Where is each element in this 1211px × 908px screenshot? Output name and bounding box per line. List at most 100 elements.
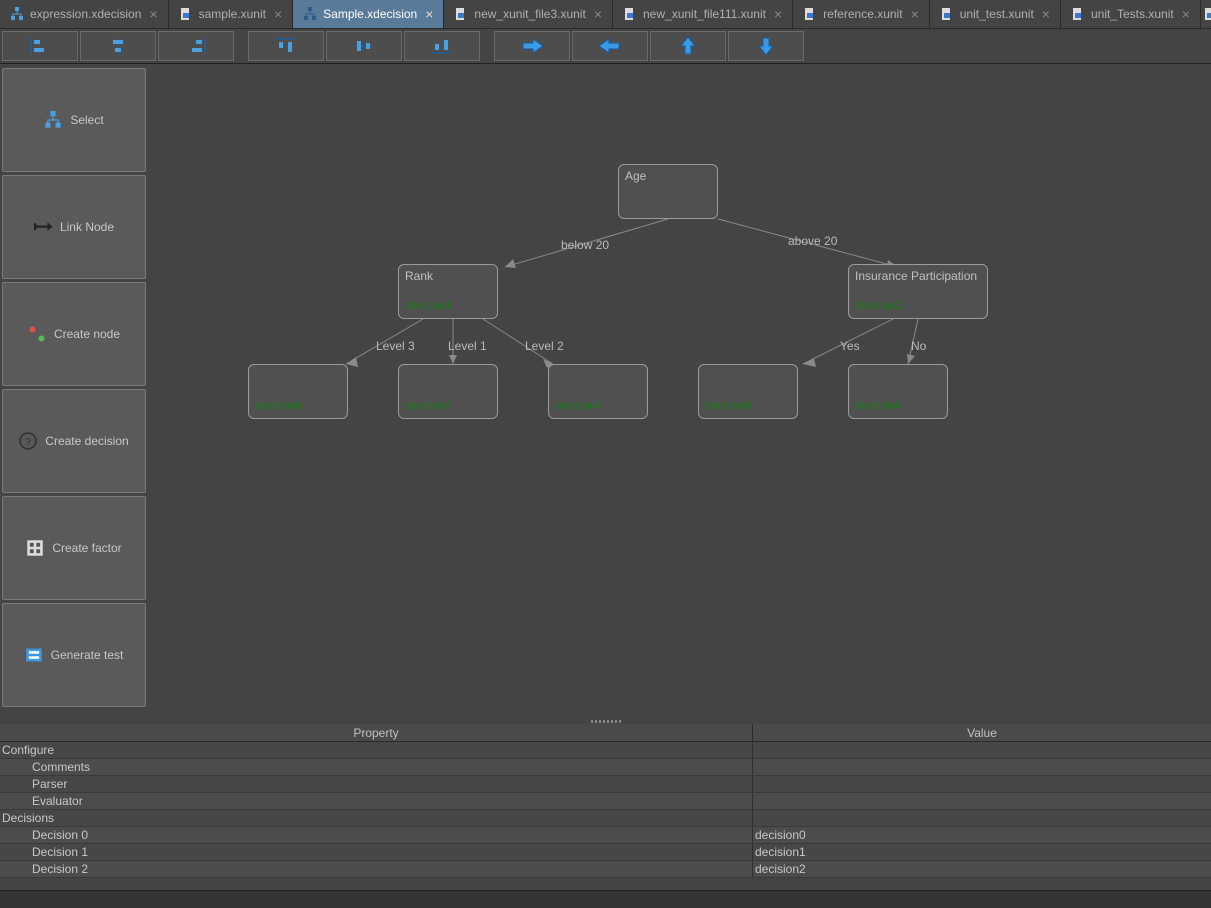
- node-leaf-decision8[interactable]: decision8: [848, 364, 948, 419]
- tab-sample-xdecision[interactable]: Sample.xdecision ×: [293, 0, 444, 28]
- close-icon[interactable]: ×: [1040, 6, 1052, 22]
- cell-value[interactable]: decision0: [753, 827, 1211, 843]
- close-icon[interactable]: ×: [147, 6, 159, 22]
- palette-link-node[interactable]: Link Node: [2, 175, 146, 279]
- tab-label: new_xunit_file111.xunit: [643, 7, 766, 21]
- cell-value[interactable]: [753, 810, 1211, 826]
- move-up-button[interactable]: [650, 31, 726, 61]
- cell-value[interactable]: [753, 742, 1211, 758]
- row-decision1[interactable]: Decision 1decision1: [0, 844, 1211, 861]
- close-icon[interactable]: ×: [909, 6, 921, 22]
- node-label: Age: [625, 169, 646, 183]
- close-icon[interactable]: ×: [423, 6, 435, 22]
- tab-overflow[interactable]: [1201, 0, 1211, 28]
- align-top-button[interactable]: [248, 31, 324, 61]
- node-decision-label: decision1: [405, 300, 451, 312]
- move-right-button[interactable]: [494, 31, 570, 61]
- main-area: Select Link Node Create node ? Create de…: [0, 64, 1211, 724]
- tab-unit-test-xunit[interactable]: unit_test.xunit ×: [930, 0, 1061, 28]
- palette-label: Create node: [54, 327, 120, 341]
- align-center-h-button[interactable]: [80, 31, 156, 61]
- header-property[interactable]: Property: [0, 724, 753, 741]
- row-decision0[interactable]: Decision 0decision0: [0, 827, 1211, 844]
- tab-new-xunit-file111[interactable]: new_xunit_file111.xunit ×: [613, 0, 793, 28]
- tab-label: unit_Tests.xunit: [1091, 7, 1174, 21]
- link-icon: [34, 218, 52, 236]
- palette-label: Link Node: [60, 220, 114, 234]
- node-age[interactable]: Age: [618, 164, 718, 219]
- tab-new-xunit-file3[interactable]: new_xunit_file3.xunit ×: [444, 0, 613, 28]
- align-middle-v-button[interactable]: [326, 31, 402, 61]
- tab-reference-xunit[interactable]: reference.xunit ×: [793, 0, 930, 28]
- align-right-button[interactable]: [158, 31, 234, 61]
- palette-generate-test[interactable]: Generate test: [2, 603, 146, 707]
- tab-label: unit_test.xunit: [960, 7, 1034, 21]
- move-down-button[interactable]: [728, 31, 804, 61]
- palette-create-decision[interactable]: ? Create decision: [2, 389, 146, 493]
- cell-property: Configure: [0, 742, 753, 758]
- palette-select[interactable]: Select: [2, 68, 146, 172]
- row-decision2[interactable]: Decision 2decision2: [0, 861, 1211, 878]
- cell-property: Decision 0: [0, 827, 753, 843]
- move-left-button[interactable]: [572, 31, 648, 61]
- alignment-toolbar: [0, 29, 1211, 64]
- tab-label: new_xunit_file3.xunit: [474, 7, 585, 21]
- node-decision-label: decision6: [255, 400, 301, 412]
- cell-value[interactable]: [753, 793, 1211, 809]
- palette-create-node[interactable]: Create node: [2, 282, 146, 386]
- edge-label-below20: below 20: [561, 238, 609, 252]
- svg-text:?: ?: [25, 437, 31, 449]
- tree-icon: [303, 7, 317, 21]
- horizontal-scrollbar[interactable]: [0, 890, 1211, 908]
- row-comments[interactable]: Comments: [0, 759, 1211, 776]
- tab-unit-tests-xunit[interactable]: unit_Tests.xunit ×: [1061, 0, 1201, 28]
- palette-label: Select: [70, 113, 103, 127]
- node-leaf-decision4[interactable]: decision4: [548, 364, 648, 419]
- generate-test-icon: [25, 646, 43, 664]
- edge-label-yes: Yes: [840, 339, 860, 353]
- node-decision-label: decision4: [555, 400, 601, 412]
- xunit-file-icon: [1203, 7, 1211, 21]
- row-decisions[interactable]: Decisions: [0, 810, 1211, 827]
- node-rank[interactable]: Rank decision1: [398, 264, 498, 319]
- close-icon[interactable]: ×: [772, 6, 784, 22]
- decision-icon: ?: [19, 432, 37, 450]
- align-bottom-button[interactable]: [404, 31, 480, 61]
- close-icon[interactable]: ×: [1180, 6, 1192, 22]
- edge-label-level1: Level 1: [448, 339, 487, 353]
- xunit-file-icon: [803, 7, 817, 21]
- cell-property: Decision 1: [0, 844, 753, 860]
- row-configure[interactable]: Configure: [0, 742, 1211, 759]
- xunit-file-icon: [1071, 7, 1085, 21]
- close-icon[interactable]: ×: [272, 6, 284, 22]
- node-decision-label: decision8: [855, 400, 901, 412]
- cell-value[interactable]: decision1: [753, 844, 1211, 860]
- xunit-file-icon: [623, 7, 637, 21]
- node-icon: [28, 325, 46, 343]
- property-grid-rows[interactable]: Configure Comments Parser Evaluator Deci…: [0, 742, 1211, 908]
- cell-value[interactable]: decision2: [753, 861, 1211, 877]
- node-insurance[interactable]: Insurance Participation decision2: [848, 264, 988, 319]
- cell-property: Evaluator: [0, 793, 753, 809]
- property-panel: Property Value Configure Comments Parser…: [0, 724, 1211, 908]
- diagram-canvas[interactable]: Age Rank decision1 Insurance Participati…: [148, 64, 1211, 724]
- node-leaf-decision6[interactable]: decision6: [248, 364, 348, 419]
- node-leaf-decision5[interactable]: decision5: [698, 364, 798, 419]
- header-value[interactable]: Value: [753, 724, 1211, 741]
- tab-label: Sample.xdecision: [323, 7, 417, 21]
- close-icon[interactable]: ×: [592, 6, 604, 22]
- row-parser[interactable]: Parser: [0, 776, 1211, 793]
- select-icon: [44, 111, 62, 129]
- cell-value[interactable]: [753, 776, 1211, 792]
- palette-label: Create decision: [45, 434, 128, 448]
- palette-create-factor[interactable]: Create factor: [2, 496, 146, 600]
- row-evaluator[interactable]: Evaluator: [0, 793, 1211, 810]
- tab-expression-xdecision[interactable]: expression.xdecision ×: [0, 0, 169, 28]
- tab-sample-xunit[interactable]: sample.xunit ×: [169, 0, 294, 28]
- cell-value[interactable]: [753, 759, 1211, 775]
- node-leaf-decision3[interactable]: decision3: [398, 364, 498, 419]
- tab-label: sample.xunit: [199, 7, 266, 21]
- align-left-button[interactable]: [2, 31, 78, 61]
- editor-tab-bar: expression.xdecision × sample.xunit × Sa…: [0, 0, 1211, 29]
- tree-icon: [10, 7, 24, 21]
